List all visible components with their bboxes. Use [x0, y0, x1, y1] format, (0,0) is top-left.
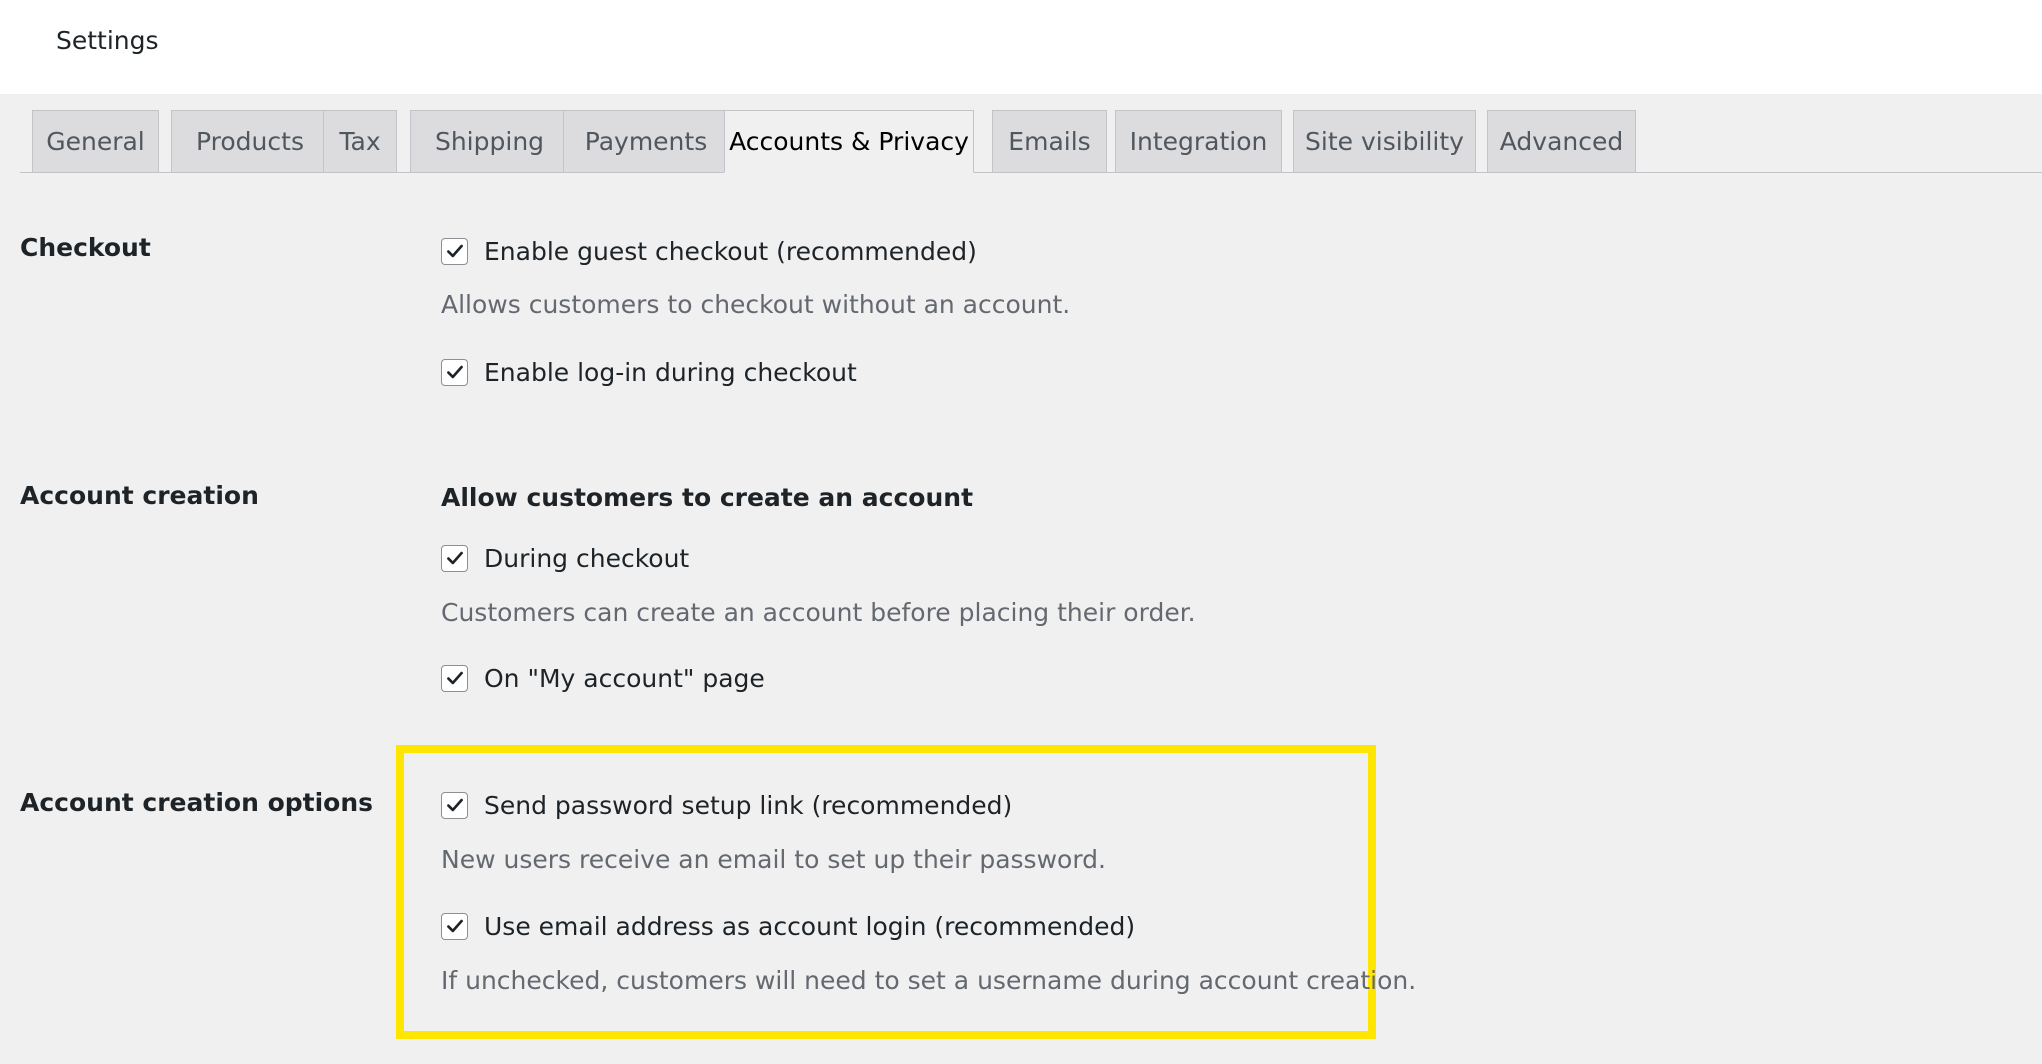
during-checkout-option[interactable]: During checkout [441, 543, 689, 573]
account-creation-heading: Allow customers to create an account [441, 483, 974, 512]
email-login-option[interactable]: Use email address as account login (reco… [441, 911, 1135, 941]
tab-products[interactable]: Products [171, 110, 329, 172]
tab-accounts-privacy[interactable]: Accounts & Privacy [724, 110, 974, 173]
tab-emails[interactable]: Emails [992, 110, 1107, 172]
section-label-checkout: Checkout [20, 233, 151, 262]
during-checkout-checkbox[interactable] [441, 544, 468, 572]
email-login-checkbox[interactable] [441, 912, 468, 940]
tab-advanced[interactable]: Advanced [1487, 110, 1636, 172]
tab-integration[interactable]: Integration [1115, 110, 1282, 172]
email-login-description: If unchecked, customers will need to set… [441, 966, 1417, 995]
email-login-label: Use email address as account login (reco… [484, 911, 1136, 941]
settings-tabs: General Products Tax Shipping Payments A… [20, 110, 2042, 173]
login-checkout-checkbox[interactable] [441, 358, 468, 386]
checkmark-icon [446, 244, 463, 258]
password-link-checkbox[interactable] [441, 791, 468, 819]
password-link-label: Send password setup link (recommended) [484, 790, 1013, 820]
my-account-option[interactable]: On "My account" page [441, 663, 765, 693]
top-bar: Settings [0, 0, 2042, 94]
tab-site-visibility[interactable]: Site visibility [1293, 110, 1476, 172]
tab-payments[interactable]: Payments [563, 110, 729, 172]
tab-tax[interactable]: Tax [323, 110, 397, 172]
checkmark-icon [446, 798, 463, 812]
checkmark-icon [446, 365, 463, 379]
my-account-label: On "My account" page [484, 663, 765, 693]
password-link-description: New users receive an email to set up the… [441, 845, 1106, 874]
page-title: Settings [56, 26, 159, 55]
guest-checkout-description: Allows customers to checkout without an … [441, 290, 1071, 319]
tab-general[interactable]: General [32, 110, 159, 172]
checkmark-icon [446, 919, 463, 933]
checkmark-icon [446, 671, 463, 685]
guest-checkout-checkbox[interactable] [441, 237, 468, 265]
guest-checkout-option[interactable]: Enable guest checkout (recommended) [441, 236, 977, 266]
password-link-option[interactable]: Send password setup link (recommended) [441, 790, 1012, 820]
login-checkout-option[interactable]: Enable log-in during checkout [441, 357, 857, 387]
during-checkout-label: During checkout [484, 543, 690, 573]
login-checkout-label: Enable log-in during checkout [484, 357, 857, 387]
section-label-account-creation: Account creation [20, 481, 259, 510]
my-account-checkbox[interactable] [441, 664, 468, 692]
checkmark-icon [446, 551, 463, 565]
tab-shipping[interactable]: Shipping [410, 110, 569, 172]
during-checkout-description: Customers can create an account before p… [441, 598, 1196, 627]
guest-checkout-label: Enable guest checkout (recommended) [484, 236, 977, 266]
section-label-account-creation-options: Account creation options [20, 788, 374, 817]
